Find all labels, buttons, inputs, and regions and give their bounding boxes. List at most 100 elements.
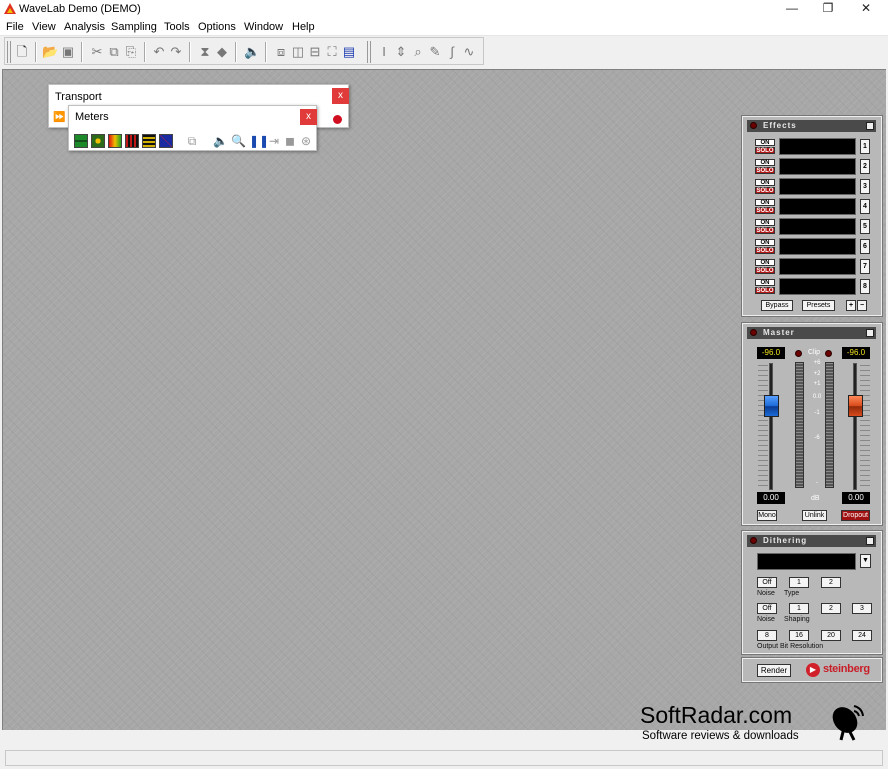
shaping-3-button[interactable]: 3 [852, 603, 872, 614]
toolbar-grip[interactable] [367, 41, 371, 63]
effect-slot-number[interactable]: 1 [860, 139, 870, 154]
crossfade-icon[interactable]: ⧗ [197, 44, 213, 59]
save-icon[interactable]: ▣ [60, 44, 76, 59]
curve-tool-icon[interactable]: ∫ [444, 44, 460, 59]
effect-solo-button[interactable]: SOLO [755, 267, 775, 274]
effect-slot-number[interactable]: 4 [860, 199, 870, 214]
effect-on-button[interactable]: ON [755, 179, 775, 186]
phase-scope-icon[interactable] [91, 134, 105, 148]
effect-selector[interactable] [779, 138, 856, 155]
meter-freeze-icon[interactable]: ⇥ [267, 134, 281, 148]
maximize-button[interactable]: ❐ [809, 0, 847, 19]
dropout-button[interactable]: Dropout [841, 510, 870, 521]
right-volume-fader[interactable] [848, 395, 863, 417]
cursor-text-icon[interactable]: I [376, 44, 392, 59]
right-clip-led[interactable] [825, 350, 832, 357]
speaker-icon[interactable]: 🔈 [244, 44, 260, 59]
meter-pause-icon[interactable]: ❚❚ [249, 134, 269, 148]
menu-tools[interactable]: Tools [164, 21, 190, 33]
effect-selector[interactable] [779, 158, 856, 175]
bit-16-button[interactable]: 16 [789, 630, 809, 641]
effect-selector[interactable] [779, 178, 856, 195]
presets-button[interactable]: Presets [802, 300, 835, 311]
eraser-icon[interactable]: ◆ [214, 44, 230, 59]
dithering-led[interactable] [750, 537, 757, 544]
meter-record-icon[interactable]: ◼ [283, 134, 297, 148]
effect-solo-button[interactable]: SOLO [755, 147, 775, 154]
shaping-off-button[interactable]: Off [757, 603, 777, 614]
effect-slot-number[interactable]: 5 [860, 219, 870, 234]
minimize-button[interactable]: — [773, 0, 811, 19]
redo-icon[interactable]: ↷ [168, 44, 184, 59]
display-settings-icon[interactable]: ▤ [341, 44, 357, 59]
noise-type-2-button[interactable]: 2 [821, 577, 841, 588]
play-tool-icon[interactable]: ⇕ [393, 44, 409, 59]
noise-type-off-button[interactable]: Off [757, 577, 777, 588]
overview-icon[interactable]: ⧈ [273, 44, 289, 59]
effect-selector[interactable] [779, 218, 856, 235]
right-fader-track[interactable] [853, 363, 857, 490]
render-button[interactable]: Render [757, 664, 791, 677]
meters-close-button[interactable]: x [300, 109, 317, 125]
oscilloscope-icon[interactable] [159, 134, 173, 148]
menu-analysis[interactable]: Analysis [64, 21, 105, 33]
bit-meter-icon[interactable] [142, 134, 156, 148]
effect-selector[interactable] [779, 278, 856, 295]
remove-effect-button[interactable]: − [857, 300, 867, 311]
effect-on-button[interactable]: ON [755, 159, 775, 166]
effects-collapse-box[interactable] [866, 122, 874, 130]
bit-24-button[interactable]: 24 [852, 630, 872, 641]
close-button[interactable]: ✕ [847, 0, 885, 19]
effect-on-button[interactable]: ON [755, 139, 775, 146]
left-clip-led[interactable] [795, 350, 802, 357]
zoom-region-icon[interactable]: ⛶ [324, 44, 340, 59]
menu-sampling[interactable]: Sampling [111, 21, 157, 33]
level-meter-icon[interactable] [74, 134, 88, 148]
split-vertical-icon[interactable]: ◫ [290, 44, 306, 59]
bypass-button[interactable]: Bypass [761, 300, 793, 311]
effect-solo-button[interactable]: SOLO [755, 207, 775, 214]
pencil-icon[interactable]: ✎ [427, 44, 443, 59]
split-horizontal-icon[interactable]: ⊟ [307, 44, 323, 59]
menu-file[interactable]: File [6, 21, 24, 33]
effect-solo-button[interactable]: SOLO [755, 247, 775, 254]
master-led[interactable] [750, 329, 757, 336]
effect-slot-number[interactable]: 7 [860, 259, 870, 274]
open-folder-icon[interactable]: 📂 [42, 44, 58, 59]
effect-slot-number[interactable]: 6 [860, 239, 870, 254]
shaping-1-button[interactable]: 1 [789, 603, 809, 614]
master-collapse-box[interactable] [866, 329, 874, 337]
transport-rewind-icon[interactable]: ⏩ [53, 112, 65, 123]
left-fader-track[interactable] [769, 363, 773, 490]
record-icon[interactable] [333, 115, 342, 124]
menu-help[interactable]: Help [292, 21, 315, 33]
new-file-icon[interactable]: 🗋 [14, 44, 30, 59]
menu-view[interactable]: View [32, 21, 56, 33]
meter-reset-icon[interactable]: ⊛ [299, 134, 313, 148]
copy-icon[interactable]: ⧉ [106, 44, 122, 59]
effect-solo-button[interactable]: SOLO [755, 287, 775, 294]
effect-selector[interactable] [779, 198, 856, 215]
dither-type-select[interactable] [757, 553, 856, 570]
dither-dropdown-arrow[interactable]: ▼ [860, 554, 871, 568]
meter-settings-icon[interactable]: ⧉ [185, 134, 199, 148]
meter-key-icon[interactable]: 🔍 [231, 134, 246, 148]
effect-solo-button[interactable]: SOLO [755, 167, 775, 174]
effect-selector[interactable] [779, 238, 856, 255]
bit-8-button[interactable]: 8 [757, 630, 777, 641]
effect-selector[interactable] [779, 258, 856, 275]
spectrometer-icon[interactable] [125, 134, 139, 148]
zoom-tool-icon[interactable]: ⌕ [410, 44, 426, 59]
shaping-2-button[interactable]: 2 [821, 603, 841, 614]
effect-on-button[interactable]: ON [755, 219, 775, 226]
left-volume-fader[interactable] [764, 395, 779, 417]
dithering-collapse-box[interactable] [866, 537, 874, 545]
toolbar-grip[interactable] [7, 41, 11, 63]
mono-button[interactable]: Mono [757, 510, 777, 521]
meter-speaker-icon[interactable]: 🔈 [213, 134, 228, 148]
effect-slot-number[interactable]: 8 [860, 279, 870, 294]
noise-type-1-button[interactable]: 1 [789, 577, 809, 588]
menu-window[interactable]: Window [244, 21, 283, 33]
unlink-button[interactable]: Unlink [802, 510, 827, 521]
effect-solo-button[interactable]: SOLO [755, 227, 775, 234]
